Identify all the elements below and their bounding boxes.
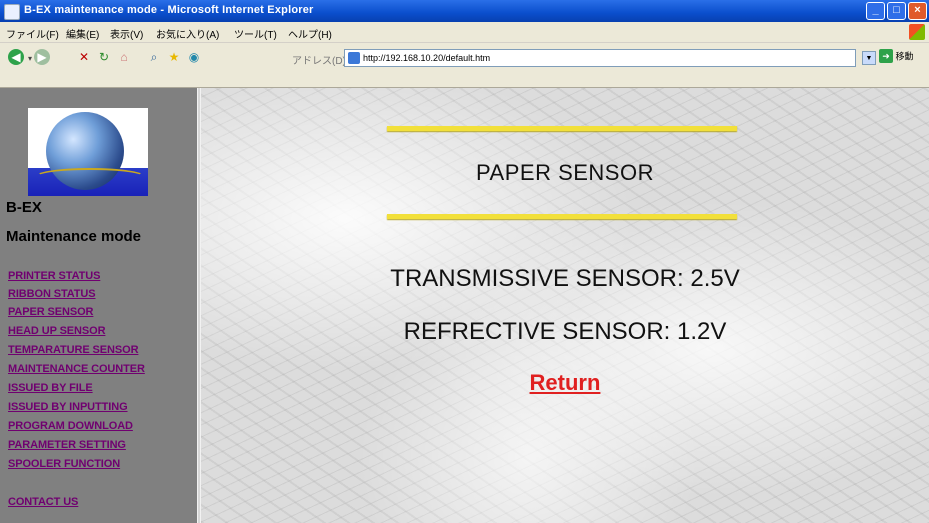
nav-temparature-sensor[interactable]: TEMPARATURE SENSOR (8, 344, 139, 356)
menu-tools[interactable]: ツール(T) (234, 26, 277, 41)
menu-favorites[interactable]: お気に入り(A) (156, 26, 219, 41)
sidebar: B-EX Maintenance mode PRINTER STATUS RIB… (0, 88, 197, 523)
nav-parameter-setting[interactable]: PARAMETER SETTING (8, 439, 126, 451)
bottom-rule (387, 214, 737, 219)
stop-icon[interactable]: ✕ (76, 49, 92, 65)
menu-help[interactable]: ヘルプ(H) (288, 26, 332, 41)
title-bar: B-EX maintenance mode - Microsoft Intern… (0, 0, 929, 22)
nav-head-up-sensor[interactable]: HEAD UP SENSOR (8, 325, 106, 337)
nav-issued-by-inputting[interactable]: ISSUED BY INPUTTING (8, 401, 128, 413)
nav-spooler-function[interactable]: SPOOLER FUNCTION (8, 458, 120, 470)
nav-printer-status[interactable]: PRINTER STATUS (8, 270, 100, 282)
refresh-icon[interactable]: ↻ (96, 49, 112, 65)
top-rule (387, 126, 737, 131)
favorites-star-icon[interactable]: ★ (166, 49, 182, 65)
nav-paper-sensor[interactable]: PAPER SENSOR (8, 306, 94, 318)
menu-view[interactable]: 表示(V) (110, 26, 143, 41)
reflective-sensor-reading: REFRECTIVE SENSOR: 1.2V (403, 318, 727, 345)
window-title: B-EX maintenance mode - Microsoft Intern… (24, 4, 314, 16)
ie-page-icon (4, 4, 20, 20)
go-button[interactable]: ➜ 移動 (879, 49, 927, 67)
address-dropdown-icon[interactable]: ▼ (862, 51, 876, 65)
minimize-button[interactable]: _ (866, 2, 885, 20)
media-icon[interactable]: ◉ (186, 49, 202, 65)
go-label: 移動 (895, 51, 914, 62)
address-bar[interactable] (344, 49, 856, 67)
return-link[interactable]: Return (530, 370, 601, 395)
menu-edit[interactable]: 編集(E) (66, 26, 99, 41)
nav-ribbon-status[interactable]: RIBBON STATUS (8, 288, 96, 300)
address-label: アドレス(D) (292, 56, 346, 67)
home-icon[interactable]: ⌂ (116, 49, 132, 65)
menu-file[interactable]: ファイル(F) (6, 26, 59, 41)
go-arrow-icon: ➜ (879, 49, 893, 63)
page-icon (348, 52, 360, 64)
nav-maintenance-counter[interactable]: MAINTENANCE COUNTER (8, 363, 145, 375)
transmissive-sensor-reading: TRANSMISSIVE SENSOR: 2.5V (390, 265, 740, 292)
toolbar: ◀ ▾ ▶ ✕ ↻ ⌂ ⌕ ★ ◉ アドレス(D) ▼ ➜ 移動 (0, 43, 929, 88)
nav-contact-us[interactable]: CONTACT US (8, 496, 78, 508)
page-content: B-EX Maintenance mode PRINTER STATUS RIB… (0, 88, 929, 523)
menu-bar: ファイル(F) 編集(E) 表示(V) お気に入り(A) ツール(T) ヘルプ(… (0, 22, 929, 43)
globe-logo (28, 108, 148, 196)
nav-program-download[interactable]: PROGRAM DOWNLOAD (8, 420, 133, 432)
address-input[interactable] (363, 51, 833, 65)
windows-logo-icon (909, 24, 925, 40)
page-title: PAPER SENSOR (476, 160, 654, 185)
brand-subtitle: Maintenance mode (6, 228, 142, 245)
forward-icon[interactable]: ▶ (34, 49, 50, 65)
main-panel: PAPER SENSOR TRANSMISSIVE SENSOR: 2.5V R… (201, 88, 929, 523)
close-button[interactable]: × (908, 2, 927, 20)
logo-swoosh (34, 168, 146, 186)
maximize-button[interactable]: □ (887, 2, 906, 20)
brand-title: B-EX (6, 199, 42, 216)
search-icon[interactable]: ⌕ (146, 49, 162, 65)
return-wrapper: Return (201, 370, 929, 396)
nav-issued-by-file[interactable]: ISSUED BY FILE (8, 382, 93, 394)
